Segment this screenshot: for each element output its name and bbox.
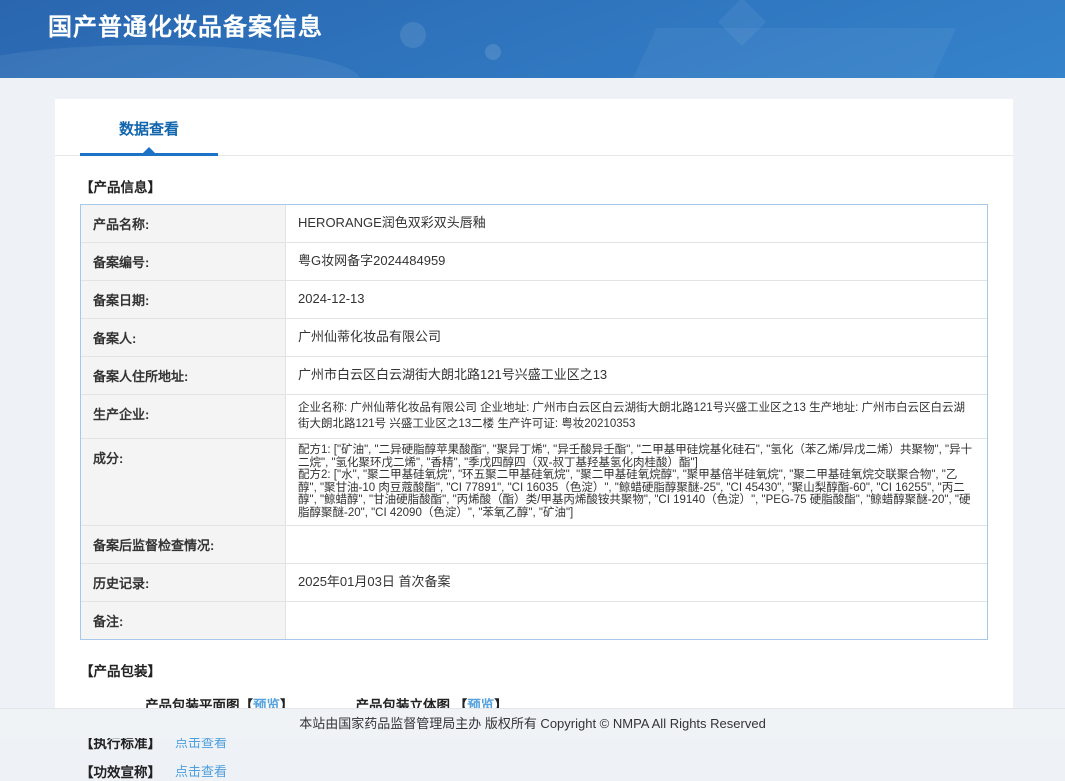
row-label-manufacturer: 生产企业: — [81, 395, 286, 438]
table-row: 成分: 配方1: ["矿油", "二异硬脂醇苹果酸酯", "聚异丁烯", "异壬… — [81, 439, 987, 526]
row-value-post-supervision — [286, 526, 987, 563]
packaging-section-title: 【产品包装】 — [80, 660, 1013, 680]
table-row: 备案人住所地址: 广州市白云区白云湖街大朗北路121号兴盛工业区之13 — [81, 357, 987, 395]
table-row: 生产企业: 企业名称: 广州仙蒂化妆品有限公司 企业地址: 广州市白云区白云湖街… — [81, 395, 987, 439]
row-label-registrant-address: 备案人住所地址: — [81, 357, 286, 394]
table-row: 备注: — [81, 602, 987, 639]
row-label-registrant: 备案人: — [81, 319, 286, 356]
table-row: 备案编号: 粤G妆网备字2024484959 — [81, 243, 987, 281]
row-label-post-supervision: 备案后监督检查情况: — [81, 526, 286, 563]
product-info-table: 产品名称: HERORANGE润色双彩双头唇釉 备案编号: 粤G妆网备字2024… — [80, 204, 988, 640]
row-label-product-name: 产品名称: — [81, 205, 286, 242]
row-label-remarks: 备注: — [81, 602, 286, 639]
row-value-registration-number: 粤G妆网备字2024484959 — [286, 243, 987, 280]
table-row: 备案后监督检查情况: — [81, 526, 987, 564]
table-row: 备案日期: 2024-12-13 — [81, 281, 987, 319]
row-value-history: 2025年01月03日 首次备案 — [286, 564, 987, 601]
banner-decoration-circle-large — [400, 22, 426, 48]
table-row: 历史记录: 2025年01月03日 首次备案 — [81, 564, 987, 602]
efficacy-section-title: 【功效宣称】 — [80, 761, 161, 781]
row-value-registration-date: 2024-12-13 — [286, 281, 987, 318]
efficacy-view-link[interactable]: 点击查看 — [175, 761, 227, 780]
content-card: 数据查看 【产品信息】 产品名称: HERORANGE润色双彩双头唇釉 备案编号… — [55, 99, 1013, 708]
banner-decoration-ellipse — [0, 45, 360, 78]
row-label-registration-date: 备案日期: — [81, 281, 286, 318]
row-value-ingredients: 配方1: ["矿油", "二异硬脂醇苹果酸酯", "聚异丁烯", "异壬酸异壬酯… — [286, 439, 987, 525]
banner-decoration-circle-small — [485, 44, 501, 60]
page-footer: 本站由国家药品监督管理局主办 版权所有 Copyright © NMPA All… — [0, 708, 1065, 738]
table-row: 备案人: 广州仙蒂化妆品有限公司 — [81, 319, 987, 357]
tab-data-view[interactable]: 数据查看 — [80, 118, 218, 139]
row-value-registrant: 广州仙蒂化妆品有限公司 — [286, 319, 987, 356]
efficacy-section: 【功效宣称】 点击查看 — [80, 761, 1013, 781]
row-label-ingredients: 成分: — [81, 439, 286, 525]
row-label-registration-number: 备案编号: — [81, 243, 286, 280]
page-title: 国产普通化妆品备案信息 — [48, 7, 323, 42]
table-row: 产品名称: HERORANGE润色双彩双头唇釉 — [81, 205, 987, 243]
row-value-manufacturer: 企业名称: 广州仙蒂化妆品有限公司 企业地址: 广州市白云区白云湖街大朗北路12… — [286, 395, 987, 438]
row-value-remarks — [286, 602, 987, 639]
banner-decoration-slab — [624, 28, 957, 78]
product-info-section-title: 【产品信息】 — [80, 176, 1013, 196]
page-header-banner: 国产普通化妆品备案信息 — [0, 0, 1065, 78]
row-value-product-name: HERORANGE润色双彩双头唇釉 — [286, 205, 987, 242]
row-label-history: 历史记录: — [81, 564, 286, 601]
tab-active-underline — [80, 153, 218, 156]
tab-strip: 数据查看 — [55, 99, 1013, 156]
row-value-registrant-address: 广州市白云区白云湖街大朗北路121号兴盛工业区之13 — [286, 357, 987, 394]
